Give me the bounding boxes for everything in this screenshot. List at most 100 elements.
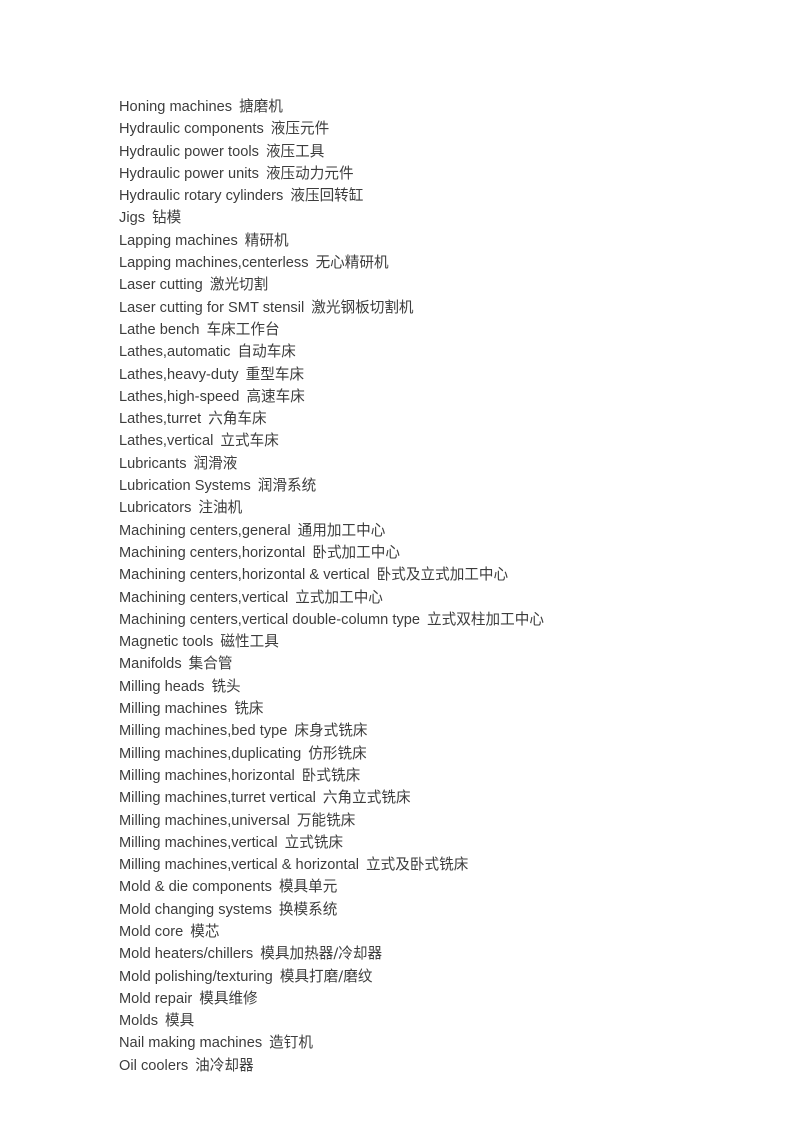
glossary-entry: Lathes,heavy-duty 重型车床 (119, 364, 719, 386)
glossary-entry: Lathes,vertical 立式车床 (119, 430, 719, 452)
glossary-term-chinese: 六角车床 (208, 410, 267, 428)
glossary-term-english: Lathes,high-speed (119, 388, 240, 405)
glossary-term-english: Mold repair (119, 990, 193, 1007)
glossary-term-chinese: 卧式加工中心 (312, 543, 401, 561)
glossary-entry: Manifolds 集合管 (119, 653, 719, 675)
glossary-term-english: Lubrication Systems (119, 478, 251, 495)
glossary-term-chinese: 铣头 (211, 677, 241, 695)
glossary-term-chinese: 模具加热器/冷却器 (260, 945, 383, 963)
glossary-term-chinese: 模具维修 (199, 989, 258, 1007)
glossary-term-english: Machining centers,horizontal (119, 544, 306, 561)
glossary-term-english: Lathes,turret (119, 411, 202, 428)
glossary-term-chinese: 立式及卧式铣床 (366, 856, 469, 874)
glossary-term-english: Lapping machines,centerless (119, 255, 309, 272)
glossary-entry: Hydraulic rotary cylinders 液压回转缸 (119, 185, 719, 207)
glossary-term-english: Milling machines,vertical & horizontal (119, 857, 360, 874)
glossary-term-chinese: 模具打磨/磨纹 (279, 967, 373, 985)
glossary-term-chinese: 液压回转缸 (290, 187, 364, 205)
glossary-entry: Hydraulic components 液压元件 (119, 118, 719, 140)
glossary-term-english: Manifolds (119, 656, 182, 673)
glossary-term-english: Milling machines,vertical (119, 834, 278, 851)
glossary-term-chinese: 磁性工具 (220, 633, 279, 651)
glossary-entry: Mold changing systems 换模系统 (119, 899, 719, 921)
glossary-term-english: Lapping machines (119, 232, 238, 249)
glossary-term-english: Hydraulic components (119, 121, 264, 138)
glossary-term-chinese: 床身式铣床 (294, 722, 368, 740)
glossary-term-english: Mold core (119, 923, 184, 940)
glossary-term-english: Magnetic tools (119, 634, 214, 651)
glossary-entry: Mold polishing/texturing 模具打磨/磨纹 (119, 966, 719, 988)
glossary-entry: Lubricators 注油机 (119, 497, 719, 519)
glossary-term-chinese: 重型车床 (245, 365, 305, 383)
glossary-term-chinese: 仿形铣床 (308, 744, 367, 762)
glossary-entry: Mold core 模芯 (119, 921, 719, 943)
glossary-term-chinese: 卧式及立式加工中心 (376, 566, 509, 584)
glossary-term-chinese: 六角立式铣床 (322, 789, 411, 807)
glossary-entry: Lathes,turret 六角车床 (119, 408, 719, 430)
glossary-entry: Mold heaters/chillers 模具加热器/冷却器 (119, 943, 719, 965)
glossary-entry: Machining centers,general 通用加工中心 (119, 520, 719, 542)
glossary-term-english: Jigs (119, 210, 146, 227)
glossary-term-english: Machining centers,vertical (119, 589, 289, 606)
glossary-entry: Lathes,high-speed 高速车床 (119, 386, 719, 408)
glossary-entry: Milling heads 铣头 (119, 676, 719, 698)
glossary-term-chinese: 无心精研机 (315, 254, 389, 272)
glossary-term-chinese: 油冷却器 (195, 1056, 254, 1074)
glossary-entry: Lathes,automatic 自动车床 (119, 341, 719, 363)
glossary-entry: Milling machines,turret vertical 六角立式铣床 (119, 787, 719, 809)
glossary-term-chinese: 立式铣床 (284, 833, 344, 851)
glossary-term-english: Honing machines (119, 99, 233, 115)
glossary-term-english: Hydraulic power tools (119, 143, 259, 160)
glossary-term-chinese: 换模系统 (278, 900, 338, 918)
glossary-term-chinese: 立式加工中心 (295, 588, 383, 606)
glossary-term-chinese: 模具单元 (278, 878, 338, 896)
glossary-term-english: Lathes,heavy-duty (119, 366, 239, 383)
glossary-term-english: Milling machines,universal (119, 812, 290, 829)
glossary-term-chinese: 铣床 (234, 700, 264, 718)
glossary-term-english: Lubricators (119, 500, 192, 517)
glossary-term-english: Hydraulic power units (119, 165, 259, 182)
glossary-term-chinese: 卧式铣床 (301, 766, 361, 784)
glossary-entry: Milling machines,bed type 床身式铣床 (119, 720, 719, 742)
glossary-entry: Molds 模具 (119, 1010, 719, 1032)
glossary-entry: Mold & die components 模具单元 (119, 876, 719, 898)
glossary-entry: Lapping machines 精研机 (119, 230, 719, 252)
glossary-term-english: Lathes,vertical (119, 433, 214, 450)
glossary-term-chinese: 精研机 (244, 231, 289, 249)
glossary-term-english: Milling machines,bed type (119, 723, 288, 740)
glossary-term-english: Lathe bench (119, 321, 200, 338)
glossary-term-chinese: 液压元件 (270, 120, 330, 138)
document-page: Honing machines 搪磨机 Hydraulic components 液压… (0, 0, 794, 1123)
glossary-entry: Machining centers,horizontal & vertical 卧… (119, 564, 719, 586)
glossary-list: Honing machines 搪磨机 Hydraulic components 液压… (119, 96, 719, 1077)
glossary-term-chinese: 集合管 (188, 655, 233, 673)
glossary-term-chinese: 通用加工中心 (297, 521, 386, 539)
glossary-entry: Milling machines,horizontal 卧式铣床 (119, 765, 719, 787)
glossary-entry: Machining centers,vertical double-column… (119, 609, 719, 631)
glossary-term-english: Milling heads (119, 678, 205, 695)
glossary-term-english: Milling machines,horizontal (119, 767, 295, 784)
glossary-term-english: Nail making machines (119, 1035, 263, 1052)
glossary-entry: Machining centers,horizontal 卧式加工中心 (119, 542, 719, 564)
glossary-term-chinese: 自动车床 (237, 343, 296, 361)
glossary-entry: Milling machines,vertical 立式铣床 (119, 832, 719, 854)
glossary-term-english: Mold heaters/chillers (119, 946, 254, 963)
glossary-term-english: Machining centers,general (119, 522, 291, 539)
glossary-entry: Lubricants 润滑液 (119, 453, 719, 475)
glossary-term-chinese: 模芯 (190, 922, 220, 940)
glossary-entry: Milling machines,universal 万能铣床 (119, 810, 719, 832)
glossary-term-english: Oil coolers (119, 1057, 189, 1074)
glossary-term-chinese: 模具 (165, 1012, 195, 1030)
glossary-entry: Hydraulic power tools 液压工具 (119, 141, 719, 163)
glossary-term-english: Milling machines (119, 701, 228, 718)
glossary-term-english: Mold & die components (119, 879, 272, 896)
glossary-term-chinese: 液压动力元件 (265, 164, 354, 182)
glossary-term-english: Mold changing systems (119, 901, 272, 918)
glossary-term-english: Laser cutting (119, 277, 203, 294)
glossary-term-english: Laser cutting for SMT stensil (119, 299, 305, 316)
glossary-term-chinese: 钻模 (152, 209, 182, 227)
glossary-term-english: Hydraulic rotary cylinders (119, 188, 284, 205)
glossary-entry: Laser cutting for SMT stensil 激光钢板切割机 (119, 297, 719, 319)
glossary-entry: Oil coolers 油冷却器 (119, 1055, 719, 1077)
glossary-term-english: Mold polishing/texturing (119, 968, 273, 985)
